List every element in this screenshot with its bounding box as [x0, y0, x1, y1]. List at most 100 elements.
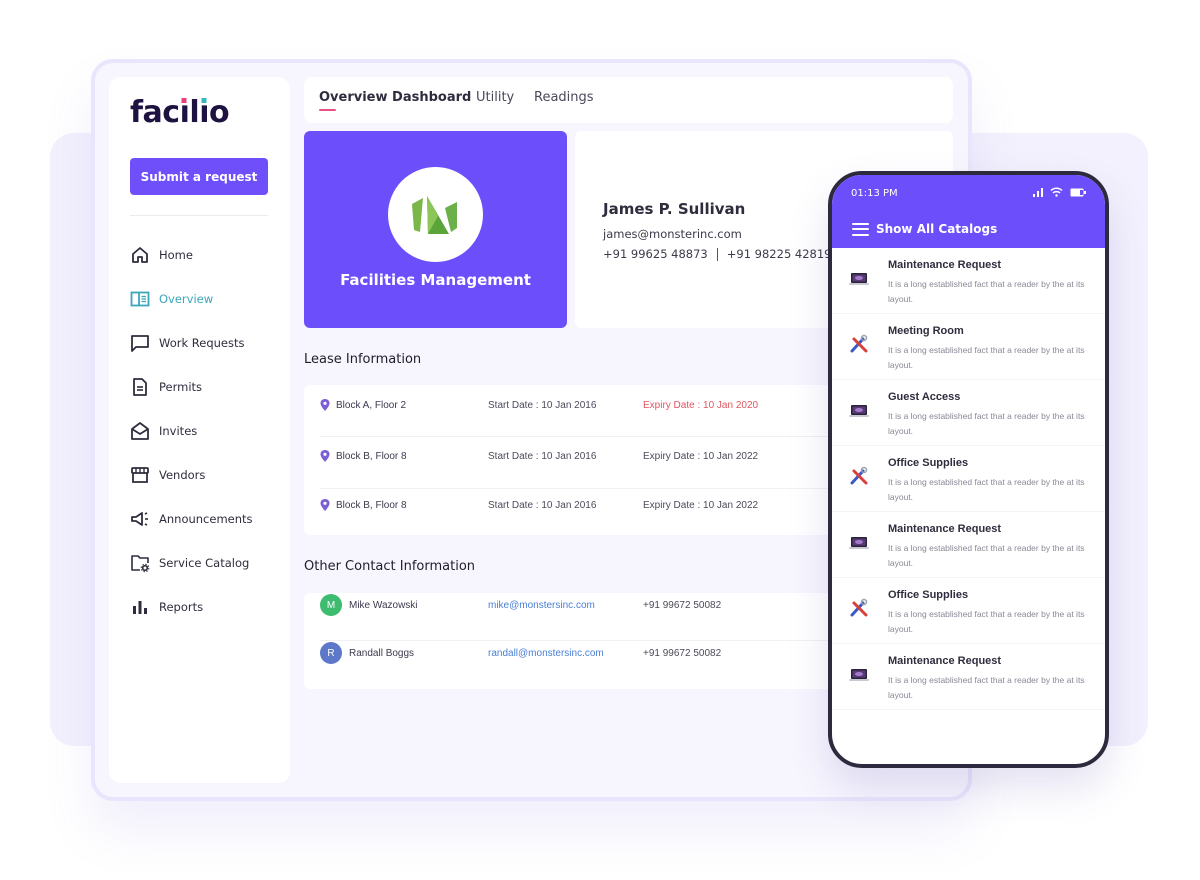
- catalog-list: Maintenance Request It is a long establi…: [832, 248, 1105, 710]
- catalog-item-title: Office Supplies: [888, 457, 969, 469]
- tools-icon: [850, 598, 868, 617]
- sidebar-item-vendors[interactable]: Vendors: [130, 453, 280, 497]
- sidebar-item-label: Overview: [159, 292, 214, 306]
- status-bar-icons: [1033, 187, 1086, 197]
- catalog-item-desc: It is a long established fact that a rea…: [888, 477, 1085, 502]
- contact-name: Mike Wazowski: [349, 599, 418, 611]
- location-pin-icon: [320, 450, 330, 462]
- chat-icon: [130, 333, 150, 353]
- sidebar-divider: [130, 215, 268, 216]
- facilio-logo: facılıo: [130, 95, 230, 130]
- contact-email-link[interactable]: randall@monstersinc.com: [488, 648, 604, 659]
- lease-section-title: Lease Information: [304, 352, 422, 367]
- avatar: R: [320, 642, 342, 664]
- sidebar-item-label: Vendors: [159, 468, 206, 482]
- profile-phones: +91 99625 48873 +91 98225 42819: [603, 247, 832, 261]
- avatar: M: [320, 594, 342, 616]
- lease-expiry-date: Expiry Date : 10 Jan 2022: [643, 499, 759, 511]
- catalog-item[interactable]: Office Supplies It is a long established…: [832, 446, 1105, 512]
- sidebar-item-invites[interactable]: Invites: [130, 409, 280, 453]
- battery-icon: [1070, 188, 1086, 196]
- row-divider: [320, 436, 864, 437]
- facilities-card: Facilities Management: [304, 131, 567, 328]
- catalog-item-title: Maintenance Request: [888, 523, 1002, 535]
- megaphone-icon: [130, 509, 150, 529]
- sidebar-item-work-requests[interactable]: Work Requests: [130, 321, 280, 365]
- contact-phone: +91 99672 50082: [643, 599, 722, 611]
- folder-settings-icon: [130, 553, 150, 573]
- catalog-item[interactable]: Maintenance Request It is a long establi…: [832, 248, 1105, 314]
- submit-request-button[interactable]: Submit a request: [130, 158, 268, 195]
- contact-person: R Randall Boggs: [320, 642, 414, 664]
- sidebar-item-home[interactable]: Home: [130, 233, 280, 277]
- contact-email-link[interactable]: mike@monstersinc.com: [488, 600, 595, 611]
- home-icon: [130, 245, 150, 265]
- lease-expiry-date: Expiry Date : 10 Jan 2022: [643, 450, 759, 462]
- sidebar-item-permits[interactable]: Permits: [130, 365, 280, 409]
- catalog-item-title: Guest Access: [888, 391, 961, 403]
- contacts-section-title: Other Contact Information: [304, 559, 476, 574]
- mobile-header: 01:13 PM Show All Catalogs: [832, 175, 1105, 248]
- lease-location-text: Block B, Floor 8: [336, 450, 407, 462]
- catalog-item-desc: It is a long established fact that a rea…: [888, 279, 1085, 304]
- catalog-item[interactable]: Office Supplies It is a long established…: [832, 578, 1105, 644]
- catalog-item[interactable]: Meeting Room It is a long established fa…: [832, 314, 1105, 380]
- mobile-title-text: Show All Catalogs: [876, 222, 998, 236]
- active-tab-indicator: [319, 109, 336, 111]
- lease-start-date: Start Date : 10 Jan 2016: [488, 450, 597, 462]
- overview-icon: [130, 289, 150, 309]
- catalog-item-desc: It is a long established fact that a rea…: [888, 411, 1085, 436]
- sidebar-item-label: Home: [159, 248, 193, 262]
- status-bar-time: 01:13 PM: [851, 188, 898, 199]
- row-divider: [320, 640, 864, 641]
- catalog-item-title: Office Supplies: [888, 589, 969, 601]
- sidebar-item-label: Work Requests: [159, 336, 245, 350]
- profile-email[interactable]: james@monsterinc.com: [603, 227, 742, 241]
- sidebar-item-label: Service Catalog: [159, 556, 250, 570]
- profile-phone-1: +91 99625 48873: [603, 247, 708, 261]
- signal-icon: [1033, 187, 1043, 197]
- mobile-title: Show All Catalogs: [852, 222, 997, 236]
- catalog-item[interactable]: Guest Access It is a long established fa…: [832, 380, 1105, 446]
- lease-location: Block B, Floor 8: [320, 450, 407, 462]
- laptop-icon: [849, 273, 869, 285]
- catalog-item-desc: It is a long established fact that a rea…: [888, 345, 1085, 370]
- facility-logo: [388, 167, 483, 262]
- sidebar-item-reports[interactable]: Reports: [130, 585, 280, 629]
- hamburger-menu-icon[interactable]: [852, 222, 869, 236]
- catalog-item[interactable]: Maintenance Request It is a long establi…: [832, 644, 1105, 710]
- sidebar-item-overview[interactable]: Overview: [130, 277, 280, 321]
- lease-panel: Block A, Floor 2 Start Date : 10 Jan 201…: [304, 385, 864, 535]
- sidebar: facılıo Submit a request Home Overview W…: [109, 77, 290, 783]
- lease-location-text: Block B, Floor 8: [336, 499, 407, 511]
- phone-separator: [716, 247, 718, 261]
- lease-start-date: Start Date : 10 Jan 2016: [488, 399, 597, 411]
- lease-start-date: Start Date : 10 Jan 2016: [488, 499, 597, 511]
- catalog-item-title: Meeting Room: [888, 325, 964, 337]
- laptop-icon: [849, 405, 869, 417]
- sidebar-item-label: Invites: [159, 424, 198, 438]
- contact-name: Randall Boggs: [349, 647, 415, 659]
- sidebar-item-label: Announcements: [159, 512, 253, 526]
- tab-overview-dashboard[interactable]: Overview Dashboard: [319, 90, 471, 105]
- catalog-item[interactable]: Maintenance Request It is a long establi…: [832, 512, 1105, 578]
- profile-phone-2: +91 98225 42819: [726, 247, 832, 261]
- sidebar-item-service-catalog[interactable]: Service Catalog: [130, 541, 280, 585]
- location-pin-icon: [320, 499, 330, 511]
- envelope-open-icon: [130, 421, 150, 441]
- building-logo-icon: [411, 195, 457, 234]
- catalog-item-title: Maintenance Request: [888, 655, 1002, 667]
- profile-name: James P. Sullivan: [603, 200, 746, 218]
- lease-location-text: Block A, Floor 2: [336, 399, 407, 411]
- sidebar-item-announcements[interactable]: Announcements: [130, 497, 280, 541]
- row-divider: [320, 488, 864, 489]
- facility-title: Facilities Management: [340, 271, 531, 289]
- contacts-panel: M Mike Wazowski mike@monstersinc.com +91…: [304, 593, 864, 689]
- tab-readings[interactable]: Readings: [534, 90, 594, 105]
- contact-person: M Mike Wazowski: [320, 594, 418, 616]
- tab-utility[interactable]: Utility: [476, 90, 514, 105]
- location-pin-icon: [320, 399, 330, 411]
- tab-bar: Overview Dashboard Utility Readings: [304, 77, 953, 123]
- lease-location: Block A, Floor 2: [320, 399, 406, 411]
- contact-phone: +91 99672 50082: [643, 647, 722, 659]
